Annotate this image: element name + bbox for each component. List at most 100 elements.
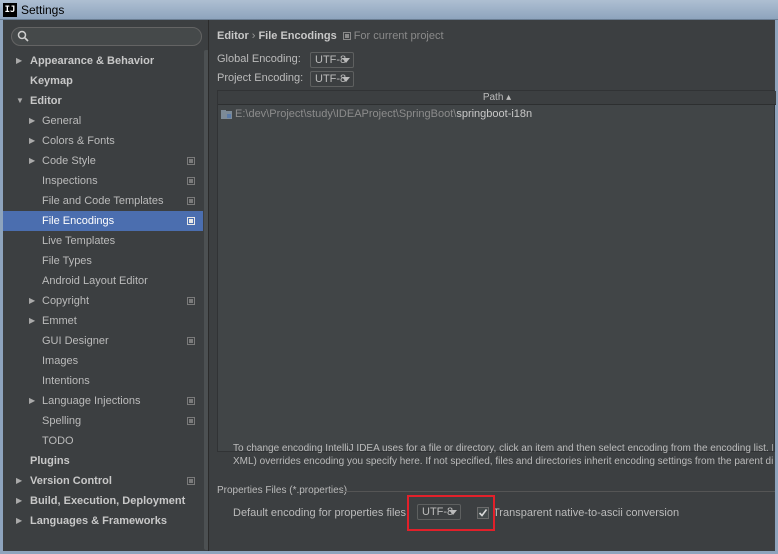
chevron-down-icon xyxy=(342,77,350,82)
sidebar-item-languages-frameworks[interactable]: ▶ Languages & Frameworks xyxy=(3,511,203,531)
scope-text: For current project xyxy=(353,30,444,42)
sidebar-item-todo[interactable]: TODO xyxy=(3,431,203,451)
expand-right-icon[interactable]: ▶ xyxy=(29,151,39,171)
project-scope-icon xyxy=(187,197,195,205)
sidebar-item-label: TODO xyxy=(42,435,74,447)
project-scope-icon xyxy=(187,177,195,185)
hint-line-1: To change encoding IntelliJ IDEA uses fo… xyxy=(233,443,773,454)
chevron-down-icon xyxy=(342,58,350,63)
sidebar-item-label: Appearance & Behavior xyxy=(30,55,155,67)
sidebar-item-version-control[interactable]: ▶ Version Control xyxy=(3,471,203,491)
sidebar-item-label: Android Layout Editor xyxy=(42,275,148,287)
sidebar-item-label: Language Injections xyxy=(42,395,141,407)
properties-section-label: Properties Files (*.properties) xyxy=(217,485,348,496)
sidebar-item-label: Images xyxy=(42,355,79,367)
intellij-app-icon: IJ xyxy=(3,3,17,17)
settings-tree: ▶ Appearance & Behavior Keymap ▼ Editor ▶ Gene… xyxy=(3,51,203,531)
sidebar-item-label: File and Code Templates xyxy=(42,195,164,207)
transparent-conversion-label[interactable]: Transparent native-to-ascii conversion xyxy=(493,507,679,519)
sidebar-item-label: Copyright xyxy=(42,295,90,307)
path-cell: E:\dev\Project\study\IDEAProject\SpringB… xyxy=(235,106,532,122)
sidebar-item-label: Version Control xyxy=(30,475,112,487)
path-column-header[interactable]: Path ▴ xyxy=(218,91,776,105)
sidebar-item-file-types[interactable]: File Types xyxy=(3,251,203,271)
sidebar-item-keymap[interactable]: Keymap xyxy=(3,71,203,91)
window-titlebar: IJ Settings xyxy=(0,0,778,20)
sidebar-item-label: Emmet xyxy=(42,315,77,327)
path-prefix: E:\dev\Project\study\IDEAProject\SpringB… xyxy=(235,108,457,120)
sidebar-item-file-encodings[interactable]: File Encodings xyxy=(3,211,203,231)
sidebar-item-colors-fonts[interactable]: ▶ Colors & Fonts xyxy=(3,131,203,151)
sidebar-item-spelling[interactable]: Spelling xyxy=(3,411,203,431)
highlight-annotation-box xyxy=(407,495,495,531)
project-scope-icon xyxy=(187,417,195,425)
sidebar-item-editor[interactable]: ▼ Editor xyxy=(3,91,203,111)
sidebar-scrollbar[interactable] xyxy=(204,50,208,550)
expand-right-icon[interactable]: ▶ xyxy=(16,491,26,511)
sidebar-item-intentions[interactable]: Intentions xyxy=(3,371,203,391)
sidebar-item-label: Build, Execution, Deployment xyxy=(30,495,186,507)
expand-down-icon[interactable]: ▼ xyxy=(16,91,26,111)
breadcrumb: Editor › File Encodings For current project xyxy=(217,30,444,42)
breadcrumb-parent: Editor xyxy=(217,30,249,42)
sidebar-item-label: GUI Designer xyxy=(42,335,109,347)
sidebar-item-label: Live Templates xyxy=(42,235,116,247)
sidebar-item-label: Languages & Frameworks xyxy=(30,515,167,527)
sidebar-item-language-injections[interactable]: ▶ Language Injections xyxy=(3,391,203,411)
default-properties-encoding-label: Default encoding for properties files: xyxy=(233,507,410,519)
global-encoding-label: Global Encoding: xyxy=(217,53,301,65)
sidebar-item-copyright[interactable]: ▶ Copyright xyxy=(3,291,203,311)
sidebar-item-label: Editor xyxy=(30,95,62,107)
expand-right-icon[interactable]: ▶ xyxy=(29,131,39,151)
expand-right-icon[interactable]: ▶ xyxy=(29,111,39,131)
breadcrumb-current: File Encodings xyxy=(258,30,337,42)
sidebar-item-label: Spelling xyxy=(42,415,82,427)
sidebar-item-android-layout-editor[interactable]: Android Layout Editor xyxy=(3,271,203,291)
hint-line-2: XML) overrides encoding you specify here… xyxy=(233,456,773,467)
sidebar-item-label: General xyxy=(42,115,82,127)
section-divider xyxy=(340,491,775,492)
expand-right-icon[interactable]: ▶ xyxy=(29,291,39,311)
sidebar-item-images[interactable]: Images xyxy=(3,351,203,371)
sidebar-item-general[interactable]: ▶ General xyxy=(3,111,203,131)
sidebar-item-label: Colors & Fonts xyxy=(42,135,115,147)
project-encoding-select[interactable]: UTF-8 xyxy=(310,71,354,87)
expand-right-icon[interactable]: ▶ xyxy=(16,51,26,71)
sidebar-item-file-and-code-templates[interactable]: File and Code Templates xyxy=(3,191,203,211)
project-scope-icon xyxy=(187,337,195,345)
expand-right-icon[interactable]: ▶ xyxy=(29,311,39,331)
sidebar-item-plugins[interactable]: Plugins xyxy=(3,451,203,471)
expand-right-icon[interactable]: ▶ xyxy=(16,471,26,491)
expand-right-icon[interactable]: ▶ xyxy=(29,391,39,411)
global-encoding-select[interactable]: UTF-8 xyxy=(310,52,354,68)
settings-sidebar: ▶ Appearance & Behavior Keymap ▼ Editor ▶ Gene… xyxy=(3,20,209,551)
encoding-path-table[interactable]: Path ▴ E:\dev\Project\study\IDEAProject\… xyxy=(217,90,776,452)
window-title: Settings xyxy=(21,3,65,17)
breadcrumb-separator: › xyxy=(251,30,256,42)
sidebar-item-emmet[interactable]: ▶ Emmet xyxy=(3,311,203,331)
project-scope-icon xyxy=(187,217,195,225)
project-scope-icon xyxy=(187,397,195,405)
encoding-hint-text: To change encoding IntelliJ IDEA uses fo… xyxy=(233,442,773,468)
sidebar-item-label: Code Style xyxy=(42,155,96,167)
sidebar-item-build-execution-deployment[interactable]: ▶ Build, Execution, Deployment xyxy=(3,491,203,511)
sidebar-item-appearance-behavior[interactable]: ▶ Appearance & Behavior xyxy=(3,51,203,71)
sidebar-item-gui-designer[interactable]: GUI Designer xyxy=(3,331,203,351)
project-encoding-label: Project Encoding: xyxy=(217,72,304,84)
sidebar-item-label: Keymap xyxy=(30,75,73,87)
project-scope-icon xyxy=(187,477,195,485)
sidebar-item-live-templates[interactable]: Live Templates xyxy=(3,231,203,251)
settings-search-input[interactable] xyxy=(11,27,202,46)
sidebar-item-inspections[interactable]: Inspections xyxy=(3,171,203,191)
sidebar-item-label: Intentions xyxy=(42,375,90,387)
module-folder-icon xyxy=(221,110,232,119)
project-icon xyxy=(342,32,351,40)
file-encodings-panel: Editor › File Encodings For current project… xyxy=(210,20,776,551)
sidebar-item-code-style[interactable]: ▶ Code Style xyxy=(3,151,203,171)
sidebar-item-label: File Types xyxy=(42,255,92,267)
search-icon xyxy=(17,30,29,42)
expand-right-icon[interactable]: ▶ xyxy=(16,511,26,531)
scope-label: For current project xyxy=(342,30,444,42)
sidebar-item-label: Plugins xyxy=(30,455,70,467)
project-scope-icon xyxy=(187,297,195,305)
